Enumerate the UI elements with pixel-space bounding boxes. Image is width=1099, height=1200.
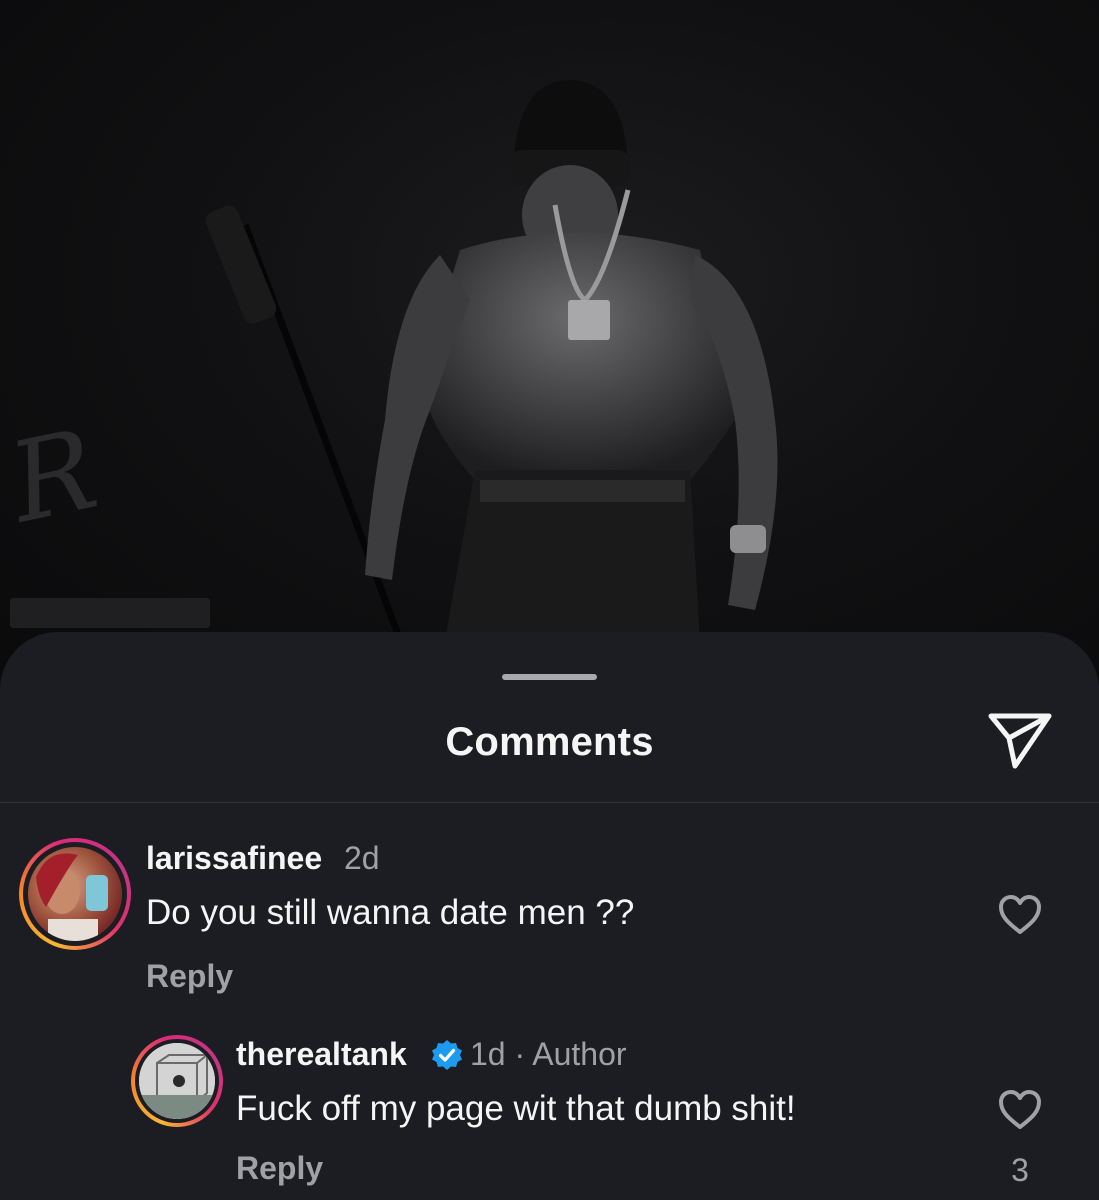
share-button[interactable] xyxy=(985,708,1055,774)
svg-text:R: R xyxy=(0,405,107,548)
header-divider xyxy=(0,802,1099,803)
reply-meta: 1d · Author xyxy=(470,1036,627,1072)
sheet-grabber[interactable] xyxy=(502,674,597,680)
post-image: R xyxy=(0,0,1099,700)
comment-username[interactable]: larissafinee xyxy=(146,840,322,877)
like-button[interactable] xyxy=(997,894,1043,936)
like-count: 3 xyxy=(1011,1152,1029,1188)
verified-badge xyxy=(430,1038,464,1072)
reply-button[interactable]: Reply xyxy=(146,958,233,995)
comment-time: 2d xyxy=(344,840,380,876)
reply-username[interactable]: therealtank xyxy=(236,1036,407,1073)
comment-text: Do you still wanna date men ?? xyxy=(146,893,635,932)
screen: R Comments larissafinee 2d Do you still … xyxy=(0,0,1099,1200)
performer-photo: R xyxy=(0,80,778,642)
paper-plane-icon xyxy=(988,713,1052,769)
heart-outline-icon xyxy=(999,1090,1041,1129)
avatar[interactable] xyxy=(131,1035,223,1127)
heart-outline-icon xyxy=(999,895,1041,934)
reply-text: Fuck off my page wit that dumb shit! xyxy=(236,1089,796,1128)
verified-badge-icon xyxy=(432,1040,462,1070)
reply-button[interactable]: Reply xyxy=(236,1150,323,1187)
like-button[interactable] xyxy=(997,1089,1043,1131)
sheet-title: Comments xyxy=(445,720,654,764)
avatar[interactable] xyxy=(19,838,131,950)
